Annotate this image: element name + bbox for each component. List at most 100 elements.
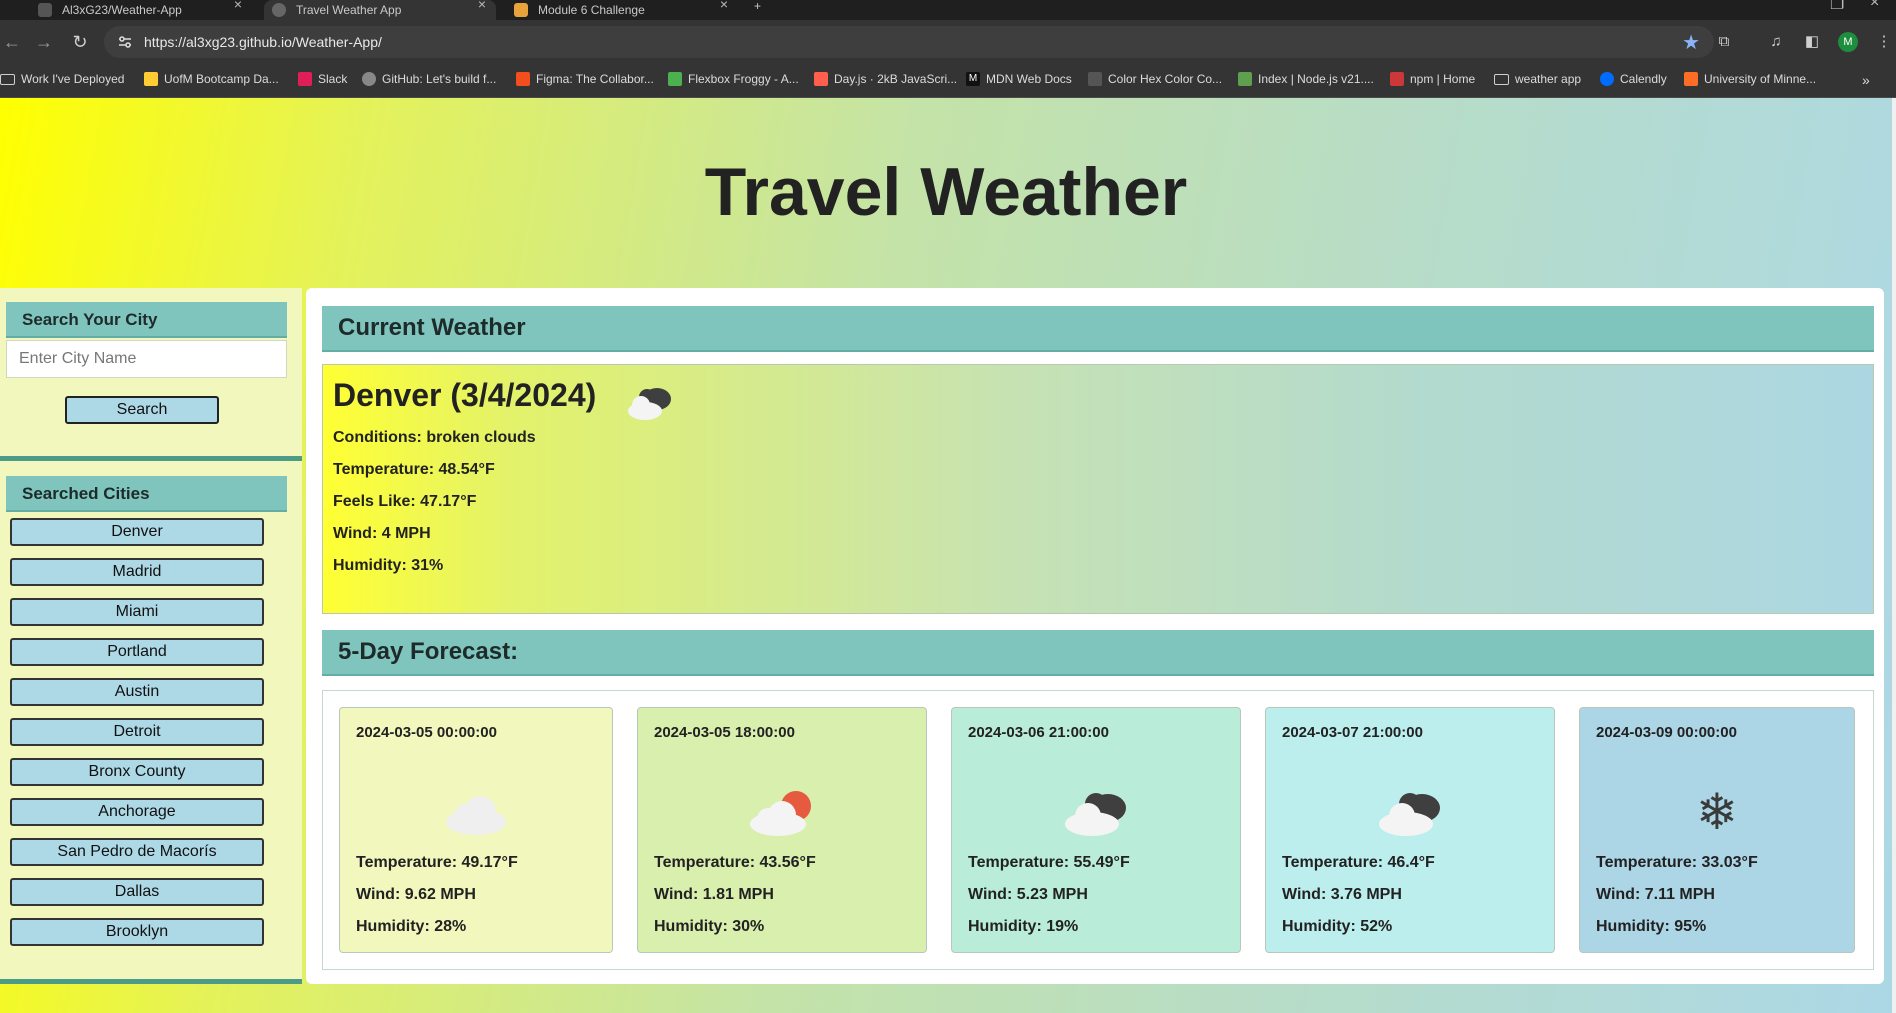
forecast-humidity: Humidity: 52% — [1282, 918, 1393, 935]
bookmark-figma[interactable]: Figma: The Collabor... — [516, 72, 654, 86]
colorhex-icon — [1088, 72, 1102, 86]
forecast-wind: Wind: 5.23 MPH — [968, 886, 1088, 903]
broken-clouds-icon — [1065, 793, 1126, 836]
new-tab-button[interactable]: + — [746, 0, 770, 20]
forecast-heading: 5-Day Forecast: — [322, 630, 1874, 676]
current-conditions: Conditions: broken clouds — [333, 429, 536, 446]
browser-toolbar: ← → ↻ https://al3xg23.github.io/Weather-… — [0, 20, 1896, 64]
forecast-humidity: Humidity: 28% — [356, 918, 467, 935]
address-bar[interactable]: https://al3xg23.github.io/Weather-App/ ★ — [104, 26, 1714, 58]
tab-title: Module 6 Challenge — [538, 3, 645, 17]
forecast-container: 2024-03-05 00:00:00 Temperature: 49.17°F… — [322, 690, 1874, 970]
current-wind: Wind: 4 MPH — [333, 525, 431, 542]
forecast-temperature: Temperature: 49.17°F — [356, 854, 518, 871]
city-history-button[interactable]: Miami — [10, 598, 264, 626]
bookmark-university[interactable]: University of Minne... — [1684, 72, 1816, 86]
forecast-temperature: Temperature: 46.4°F — [1282, 854, 1435, 871]
forecast-date: 2024-03-06 21:00:00 — [968, 724, 1109, 741]
snowflake-icon: ❄ — [1696, 783, 1738, 841]
canvas-icon — [514, 3, 528, 17]
city-history-button[interactable]: Portland — [10, 638, 264, 666]
forecast-date: 2024-03-05 18:00:00 — [654, 724, 795, 741]
bookmark-nodejs[interactable]: Index | Node.js v21.... — [1238, 72, 1374, 86]
search-heading: Search Your City — [6, 302, 287, 338]
site-settings-icon[interactable] — [118, 35, 132, 49]
forecast-temperature: Temperature: 43.56°F — [654, 854, 816, 871]
url-text[interactable]: https://al3xg23.github.io/Weather-App/ — [144, 34, 382, 50]
mdn-icon: M — [966, 72, 980, 86]
city-history-button[interactable]: Madrid — [10, 558, 264, 586]
main-content: Current Weather Denver (3/4/2024) Condit… — [306, 288, 1884, 984]
reload-icon[interactable]: ↻ — [68, 30, 92, 54]
city-history-button[interactable]: Anchorage — [10, 798, 264, 826]
search-button[interactable]: Search — [65, 396, 219, 424]
back-icon[interactable]: ← — [0, 30, 24, 54]
bookmark-star-icon[interactable]: ★ — [1682, 30, 1700, 55]
side-panel-icon[interactable]: ◧ — [1802, 32, 1822, 52]
browser-tab-module-6[interactable]: Module 6 Challenge × — [506, 0, 738, 20]
city-history-button[interactable]: Detroit — [10, 718, 264, 746]
tab-title: Al3xG23/Weather-App — [62, 3, 182, 17]
browser-tab-github[interactable]: Al3xG23/Weather-App × — [30, 0, 252, 20]
forecast-card: 2024-03-09 00:00:00 ❄ Temperature: 33.03… — [1579, 707, 1855, 953]
browser-tab-travel-weather[interactable]: Travel Weather App × — [264, 0, 496, 20]
city-history-button[interactable]: Bronx County — [10, 758, 264, 786]
forecast-date: 2024-03-07 21:00:00 — [1282, 724, 1423, 741]
current-feels-like: Feels Like: 47.17°F — [333, 493, 477, 510]
forecast-card: 2024-03-07 21:00:00 Temperature: 46.4°F … — [1265, 707, 1555, 953]
city-search-input[interactable] — [6, 340, 287, 378]
forecast-humidity: Humidity: 95% — [1596, 918, 1707, 935]
page-header: Travel Weather — [0, 98, 1892, 288]
more-bookmarks-icon[interactable]: » — [1862, 72, 1870, 88]
forward-icon[interactable]: → — [32, 30, 56, 54]
city-history-button[interactable]: Denver — [10, 518, 264, 546]
github-icon — [38, 3, 52, 17]
city-history-button[interactable]: Dallas — [10, 878, 264, 906]
city-history-button[interactable]: Brooklyn — [10, 918, 264, 946]
close-tab-icon[interactable]: × — [234, 0, 242, 12]
current-city-date: Denver (3/4/2024) — [333, 377, 597, 413]
bookmark-npm[interactable]: npm | Home — [1390, 72, 1475, 86]
bookmark-calendly[interactable]: Calendly — [1600, 72, 1667, 86]
page-footer — [0, 984, 1892, 1013]
forecast-temperature: Temperature: 33.03°F — [1596, 854, 1758, 871]
restore-window-icon[interactable]: ❐ — [1830, 0, 1844, 14]
forecast-wind: Wind: 7.11 MPH — [1596, 886, 1715, 903]
bookmark-dayjs[interactable]: Day.js · 2kB JavaScri... — [814, 72, 957, 86]
forecast-wind: Wind: 1.81 MPH — [654, 886, 774, 903]
close-tab-icon[interactable]: × — [478, 0, 486, 12]
close-window-icon[interactable]: × — [1870, 0, 1879, 12]
browser-tab-strip: Al3xG23/Weather-App × Travel Weather App… — [0, 0, 1896, 20]
bookmark-uofm[interactable]: UofM Bootcamp Da... — [144, 72, 279, 86]
bookmark-weather-app[interactable]: weather app — [1494, 72, 1581, 86]
forecast-date: 2024-03-05 00:00:00 — [356, 724, 497, 741]
bookmarks-bar: Work I've Deployed UofM Bootcamp Da... S… — [0, 64, 1896, 98]
page-scrollbar[interactable] — [1892, 98, 1896, 1013]
calendly-icon — [1600, 72, 1614, 86]
forecast-wind: Wind: 3.76 MPH — [1282, 886, 1402, 903]
folder-icon — [1494, 73, 1509, 85]
bookmark-work-deployed[interactable]: Work I've Deployed — [0, 72, 124, 86]
close-tab-icon[interactable]: × — [720, 0, 728, 12]
menu-kebab-icon[interactable]: ⋮ — [1874, 32, 1894, 52]
bookmark-mdn[interactable]: M MDN Web Docs — [966, 72, 1072, 86]
tab-title: Travel Weather App — [296, 3, 402, 17]
bookmark-slack[interactable]: Slack — [298, 72, 347, 86]
bookmark-github[interactable]: GitHub: Let's build f... — [362, 72, 496, 86]
bookmark-color-hex[interactable]: Color Hex Color Co... — [1088, 72, 1222, 86]
figma-icon — [516, 72, 530, 86]
folder-icon — [0, 73, 15, 85]
extensions-icon[interactable]: ⧉ — [1714, 32, 1734, 52]
current-temperature: Temperature: 48.54°F — [333, 461, 495, 478]
forecast-humidity: Humidity: 19% — [968, 918, 1079, 935]
city-history-button[interactable]: San Pedro de Macorís — [10, 838, 264, 866]
cloud-icon — [446, 796, 506, 835]
forecast-card: 2024-03-05 00:00:00 Temperature: 49.17°F… — [339, 707, 613, 953]
bookmark-flexbox-froggy[interactable]: Flexbox Froggy - A... — [668, 72, 799, 86]
profile-avatar[interactable]: M — [1838, 32, 1858, 52]
city-history-button[interactable]: Austin — [10, 678, 264, 706]
searched-cities-heading: Searched Cities — [6, 476, 287, 512]
sun-cloud-icon — [750, 791, 811, 836]
media-control-icon[interactable]: ♫ — [1766, 32, 1786, 52]
page-title: Travel Weather — [704, 154, 1188, 230]
